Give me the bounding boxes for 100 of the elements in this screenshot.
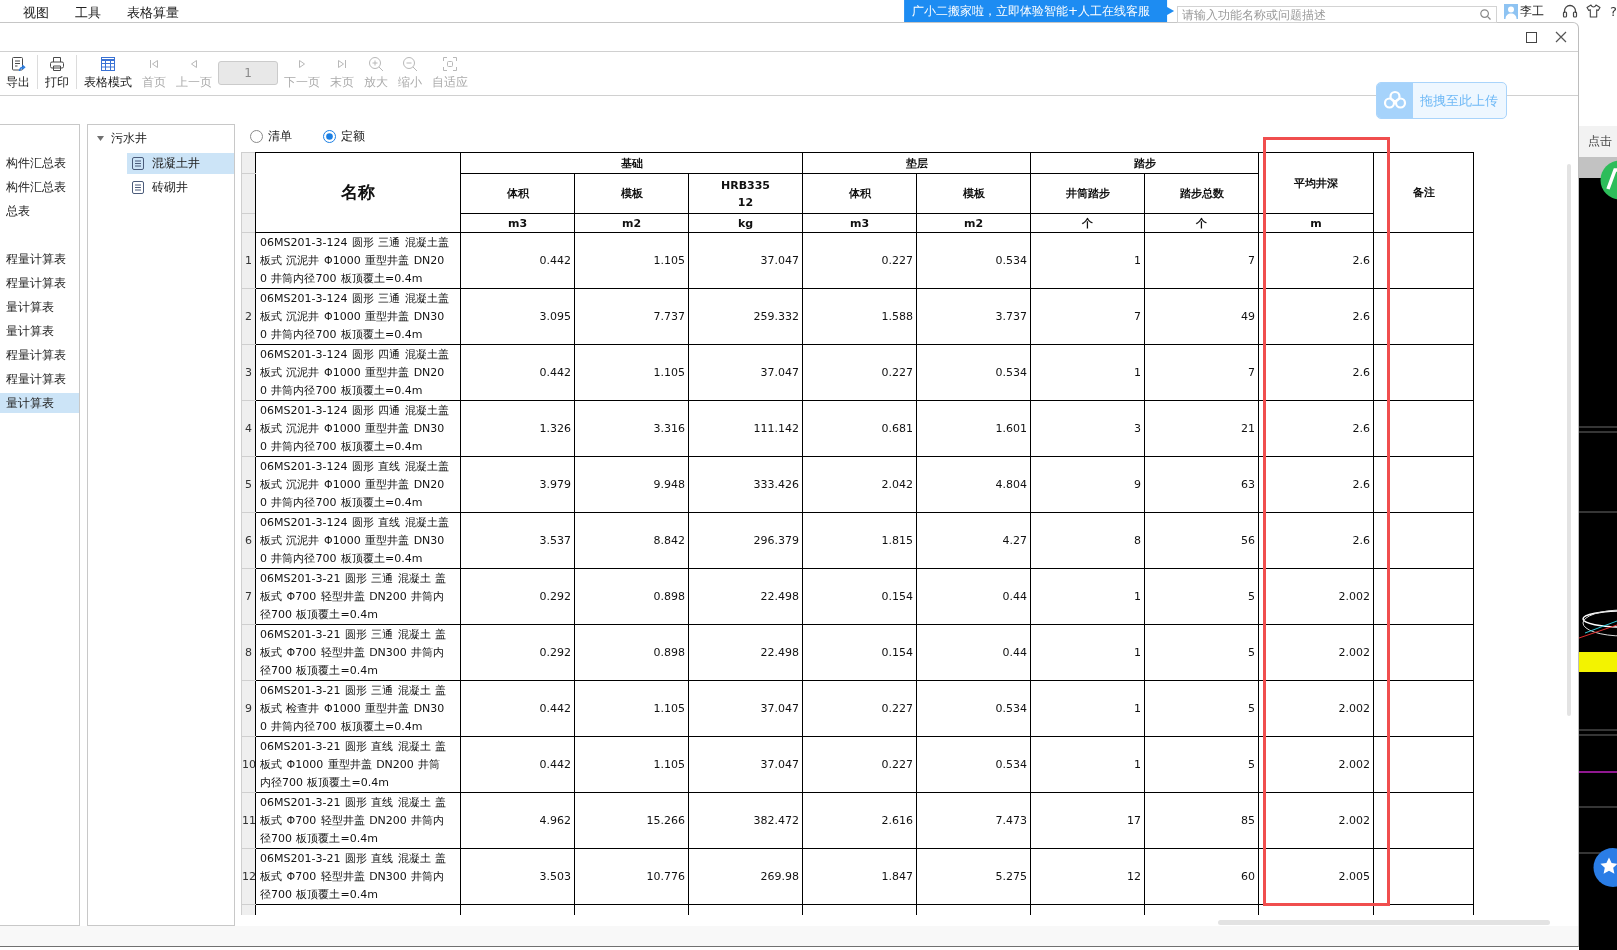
- table-cell: 5.275: [916, 848, 1031, 905]
- table-cell: 3.979: [460, 456, 575, 513]
- row-number: 10: [241, 736, 256, 793]
- table-cell: 5: [1144, 624, 1259, 681]
- table-cell: 1.105: [574, 680, 689, 737]
- list-item[interactable]: 构件汇总表: [0, 177, 79, 197]
- column-header: 体积: [802, 173, 917, 214]
- side-tab[interactable]: 点击: [1579, 126, 1617, 157]
- list-item[interactable]: 程量计算表: [0, 249, 79, 269]
- table-cell: 85: [1144, 792, 1259, 849]
- table-cell: 0.442: [460, 680, 575, 737]
- table-cell: 06MS201-3-124 圆形 直线 混凝土盖板式 沉泥井 Φ1000 重型井盖 DN200 井筒内径700 板顶覆土=0.4m: [255, 456, 461, 513]
- table-cell: 0.154: [802, 568, 917, 625]
- table-cell: 1.326: [460, 400, 575, 457]
- grid-icon[interactable]: [100, 56, 116, 72]
- table-cell: 22.498: [688, 568, 803, 625]
- app-logo-icon[interactable]: [1600, 160, 1617, 200]
- table-cell: 1.105: [574, 736, 689, 793]
- table-cell: 49: [1144, 288, 1259, 345]
- table-cell: 4.27: [916, 512, 1031, 569]
- table-cell: 2.002: [1258, 736, 1374, 793]
- headset-icon[interactable]: [1562, 3, 1579, 19]
- horizontal-scrollbar[interactable]: [1218, 920, 1550, 925]
- table-cell: 21: [1144, 400, 1259, 457]
- print-button[interactable]: 打印: [41, 52, 73, 95]
- table-cell: 2.042: [802, 456, 917, 513]
- table-cell: 1: [1030, 568, 1145, 625]
- list-item[interactable]: 构件汇总表: [0, 153, 79, 173]
- radio-button[interactable]: 清单: [250, 127, 292, 145]
- table-cell: 2.6: [1258, 288, 1374, 345]
- table-cell: 9: [1030, 456, 1145, 513]
- table-cell: 0.534: [916, 680, 1031, 737]
- table-cell: 3: [1030, 400, 1145, 457]
- unit-header: m2: [574, 213, 689, 233]
- list-item[interactable]: 量计算表: [0, 297, 79, 317]
- table-cell: 0.227: [802, 232, 917, 289]
- table-cell: 0.44: [916, 568, 1031, 625]
- unit-header: 个: [1030, 213, 1145, 233]
- table-cell: 2.002: [1258, 624, 1374, 681]
- table-cell: 0.534: [916, 736, 1031, 793]
- avatar-icon[interactable]: [1504, 3, 1519, 19]
- table-cell: 0.534: [916, 344, 1031, 401]
- radio-icon[interactable]: [323, 129, 336, 143]
- table-cell: 3.316: [574, 400, 689, 457]
- column-group-header: 踏步: [1030, 152, 1259, 174]
- list-item[interactable]: 程量计算表: [0, 273, 79, 293]
- table-cell: 111.142: [688, 400, 803, 457]
- table-cell: 2.6: [1258, 344, 1374, 401]
- cloud-icon: [1377, 83, 1413, 118]
- row-number: 8: [241, 624, 256, 681]
- star-icon[interactable]: [1593, 848, 1617, 887]
- unit-header: 个: [1144, 213, 1259, 233]
- caret-icon[interactable]: [97, 135, 104, 141]
- row-number: 4: [241, 400, 256, 457]
- search-icon[interactable]: [1480, 9, 1492, 20]
- list-item[interactable]: 量计算表: [0, 321, 79, 341]
- table-cell: 37.047: [688, 680, 803, 737]
- maximize-icon[interactable]: [1526, 31, 1537, 43]
- table-cell: 296.379: [688, 512, 803, 569]
- radio-button[interactable]: 定额: [323, 127, 365, 145]
- table-cell: 1.588: [802, 288, 917, 345]
- menu-item[interactable]: 视图: [23, 4, 49, 21]
- tree-item[interactable]: 混凝土井: [127, 153, 234, 174]
- tree-item[interactable]: 污水井: [88, 128, 234, 148]
- row-number: 2: [241, 288, 256, 345]
- help-button[interactable]: ?: [1610, 3, 1617, 19]
- shirt-icon[interactable]: [1586, 4, 1602, 18]
- close-icon[interactable]: [1555, 31, 1567, 43]
- row-number: 6: [241, 512, 256, 569]
- printer-icon[interactable]: [49, 56, 65, 72]
- table-cell: 7.737: [574, 288, 689, 345]
- tree-item[interactable]: 砖砌井: [127, 177, 234, 198]
- table-cell: 06MS201-3-124 圆形 三通 混凝土盖板式 沉泥井 Φ1000 重型井盖 DN200 井筒内径700 板顶覆土=0.4m: [255, 232, 461, 289]
- menu-item[interactable]: 工具: [75, 4, 101, 21]
- radio-icon[interactable]: [250, 129, 263, 143]
- list-item[interactable]: 量计算表: [0, 393, 79, 413]
- table-cell: 2.6: [1258, 232, 1374, 289]
- list-item[interactable]: 总表: [0, 201, 79, 221]
- list-item[interactable]: 程量计算表: [0, 345, 79, 365]
- user-name[interactable]: 李工: [1520, 2, 1545, 20]
- table-cell: 06MS201-3-21 圆形 三通 混凝土 盖板式 Φ700 轻型井盖 DN200 井筒内径700 板顶覆土=0.4m: [255, 568, 461, 625]
- column-header: 体积: [460, 173, 575, 214]
- table-cell: 7: [1144, 232, 1259, 289]
- row-number: 3: [241, 344, 256, 401]
- table-cell: 3.095: [460, 288, 575, 345]
- table-cell: 3.737: [916, 288, 1031, 345]
- table-cell: 5: [1144, 568, 1259, 625]
- table-cell: 06MS201-3-21 圆形 直线 混凝土 盖板式 Φ700 轻型井盖 DN300 井筒内径700 板顶覆土=0.4m: [255, 848, 461, 905]
- table-cell: 37.047: [688, 232, 803, 289]
- column-header: 模板: [916, 173, 1031, 214]
- export-button[interactable]: 导出: [2, 52, 34, 95]
- table-mode-button[interactable]: 表格模式: [80, 52, 136, 95]
- table-cell: 2.6: [1258, 400, 1374, 457]
- search-field[interactable]: 请输入功能名称或问题描述: [1177, 6, 1498, 23]
- table-cell: 1: [1030, 736, 1145, 793]
- list-item[interactable]: 程量计算表: [0, 369, 79, 389]
- table-cell: 06MS201-3-21 圆形 直线 混凝土 盖板式 Φ700 轻型井盖 DN200 井筒内径700 板顶覆土=0.4m: [255, 792, 461, 849]
- column-group-header: 垫层: [802, 152, 1031, 174]
- menu-item[interactable]: 表格算量: [127, 4, 179, 21]
- table-cell: 0.292: [460, 568, 575, 625]
